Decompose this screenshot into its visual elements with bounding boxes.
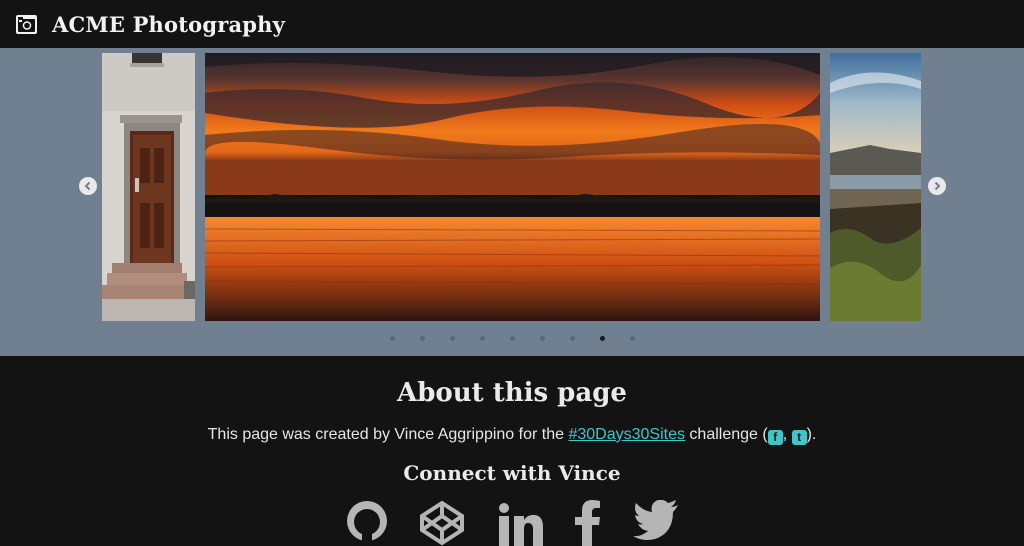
carousel-dot[interactable] bbox=[570, 336, 575, 341]
chevron-right-icon bbox=[934, 181, 941, 191]
about-separator: , bbox=[782, 426, 792, 443]
carousel-slide-building[interactable] bbox=[102, 53, 195, 321]
about-text-middle: challenge ( bbox=[684, 426, 768, 443]
carousel-next-button[interactable] bbox=[928, 177, 946, 195]
twitter-square-icon[interactable]: t bbox=[791, 430, 807, 445]
linkedin-icon[interactable] bbox=[498, 500, 544, 546]
twitter-icon[interactable] bbox=[633, 500, 679, 540]
carousel-prev-button[interactable] bbox=[79, 177, 97, 195]
carousel-dot[interactable] bbox=[390, 336, 395, 341]
camera-icon[interactable] bbox=[16, 14, 37, 34]
carousel-dot[interactable] bbox=[420, 336, 425, 341]
carousel-dots bbox=[0, 336, 1024, 344]
carousel-dot[interactable] bbox=[510, 336, 515, 341]
about-text: This page was created by Vince Aggrippin… bbox=[0, 426, 1024, 445]
carousel-slide-sunset[interactable] bbox=[205, 53, 820, 321]
facebook-square-icon[interactable]: f bbox=[767, 430, 783, 445]
social-links bbox=[0, 500, 1024, 546]
carousel-dot[interactable] bbox=[450, 336, 455, 341]
facebook-icon[interactable] bbox=[574, 500, 602, 546]
image-carousel bbox=[0, 48, 1024, 356]
about-title: About this page bbox=[397, 378, 627, 408]
carousel-dot[interactable] bbox=[540, 336, 545, 341]
carousel-dot[interactable] bbox=[600, 336, 605, 341]
site-title[interactable]: ACME Photography bbox=[52, 12, 285, 37]
challenge-link[interactable]: #30Days30Sites bbox=[568, 426, 685, 443]
about-section: About this page This page was created by… bbox=[0, 356, 1024, 485]
about-text-prefix: This page was created by Vince Aggrippin… bbox=[207, 426, 569, 443]
connect-title: Connect with Vince bbox=[403, 461, 621, 485]
carousel-dot[interactable] bbox=[480, 336, 485, 341]
chevron-left-icon bbox=[84, 181, 91, 191]
codepen-icon[interactable] bbox=[419, 500, 465, 546]
carousel-dot[interactable] bbox=[630, 336, 635, 341]
site-header: ACME Photography bbox=[0, 0, 1024, 48]
about-text-suffix: ). bbox=[806, 426, 817, 443]
carousel-slide-beach[interactable] bbox=[830, 53, 921, 321]
